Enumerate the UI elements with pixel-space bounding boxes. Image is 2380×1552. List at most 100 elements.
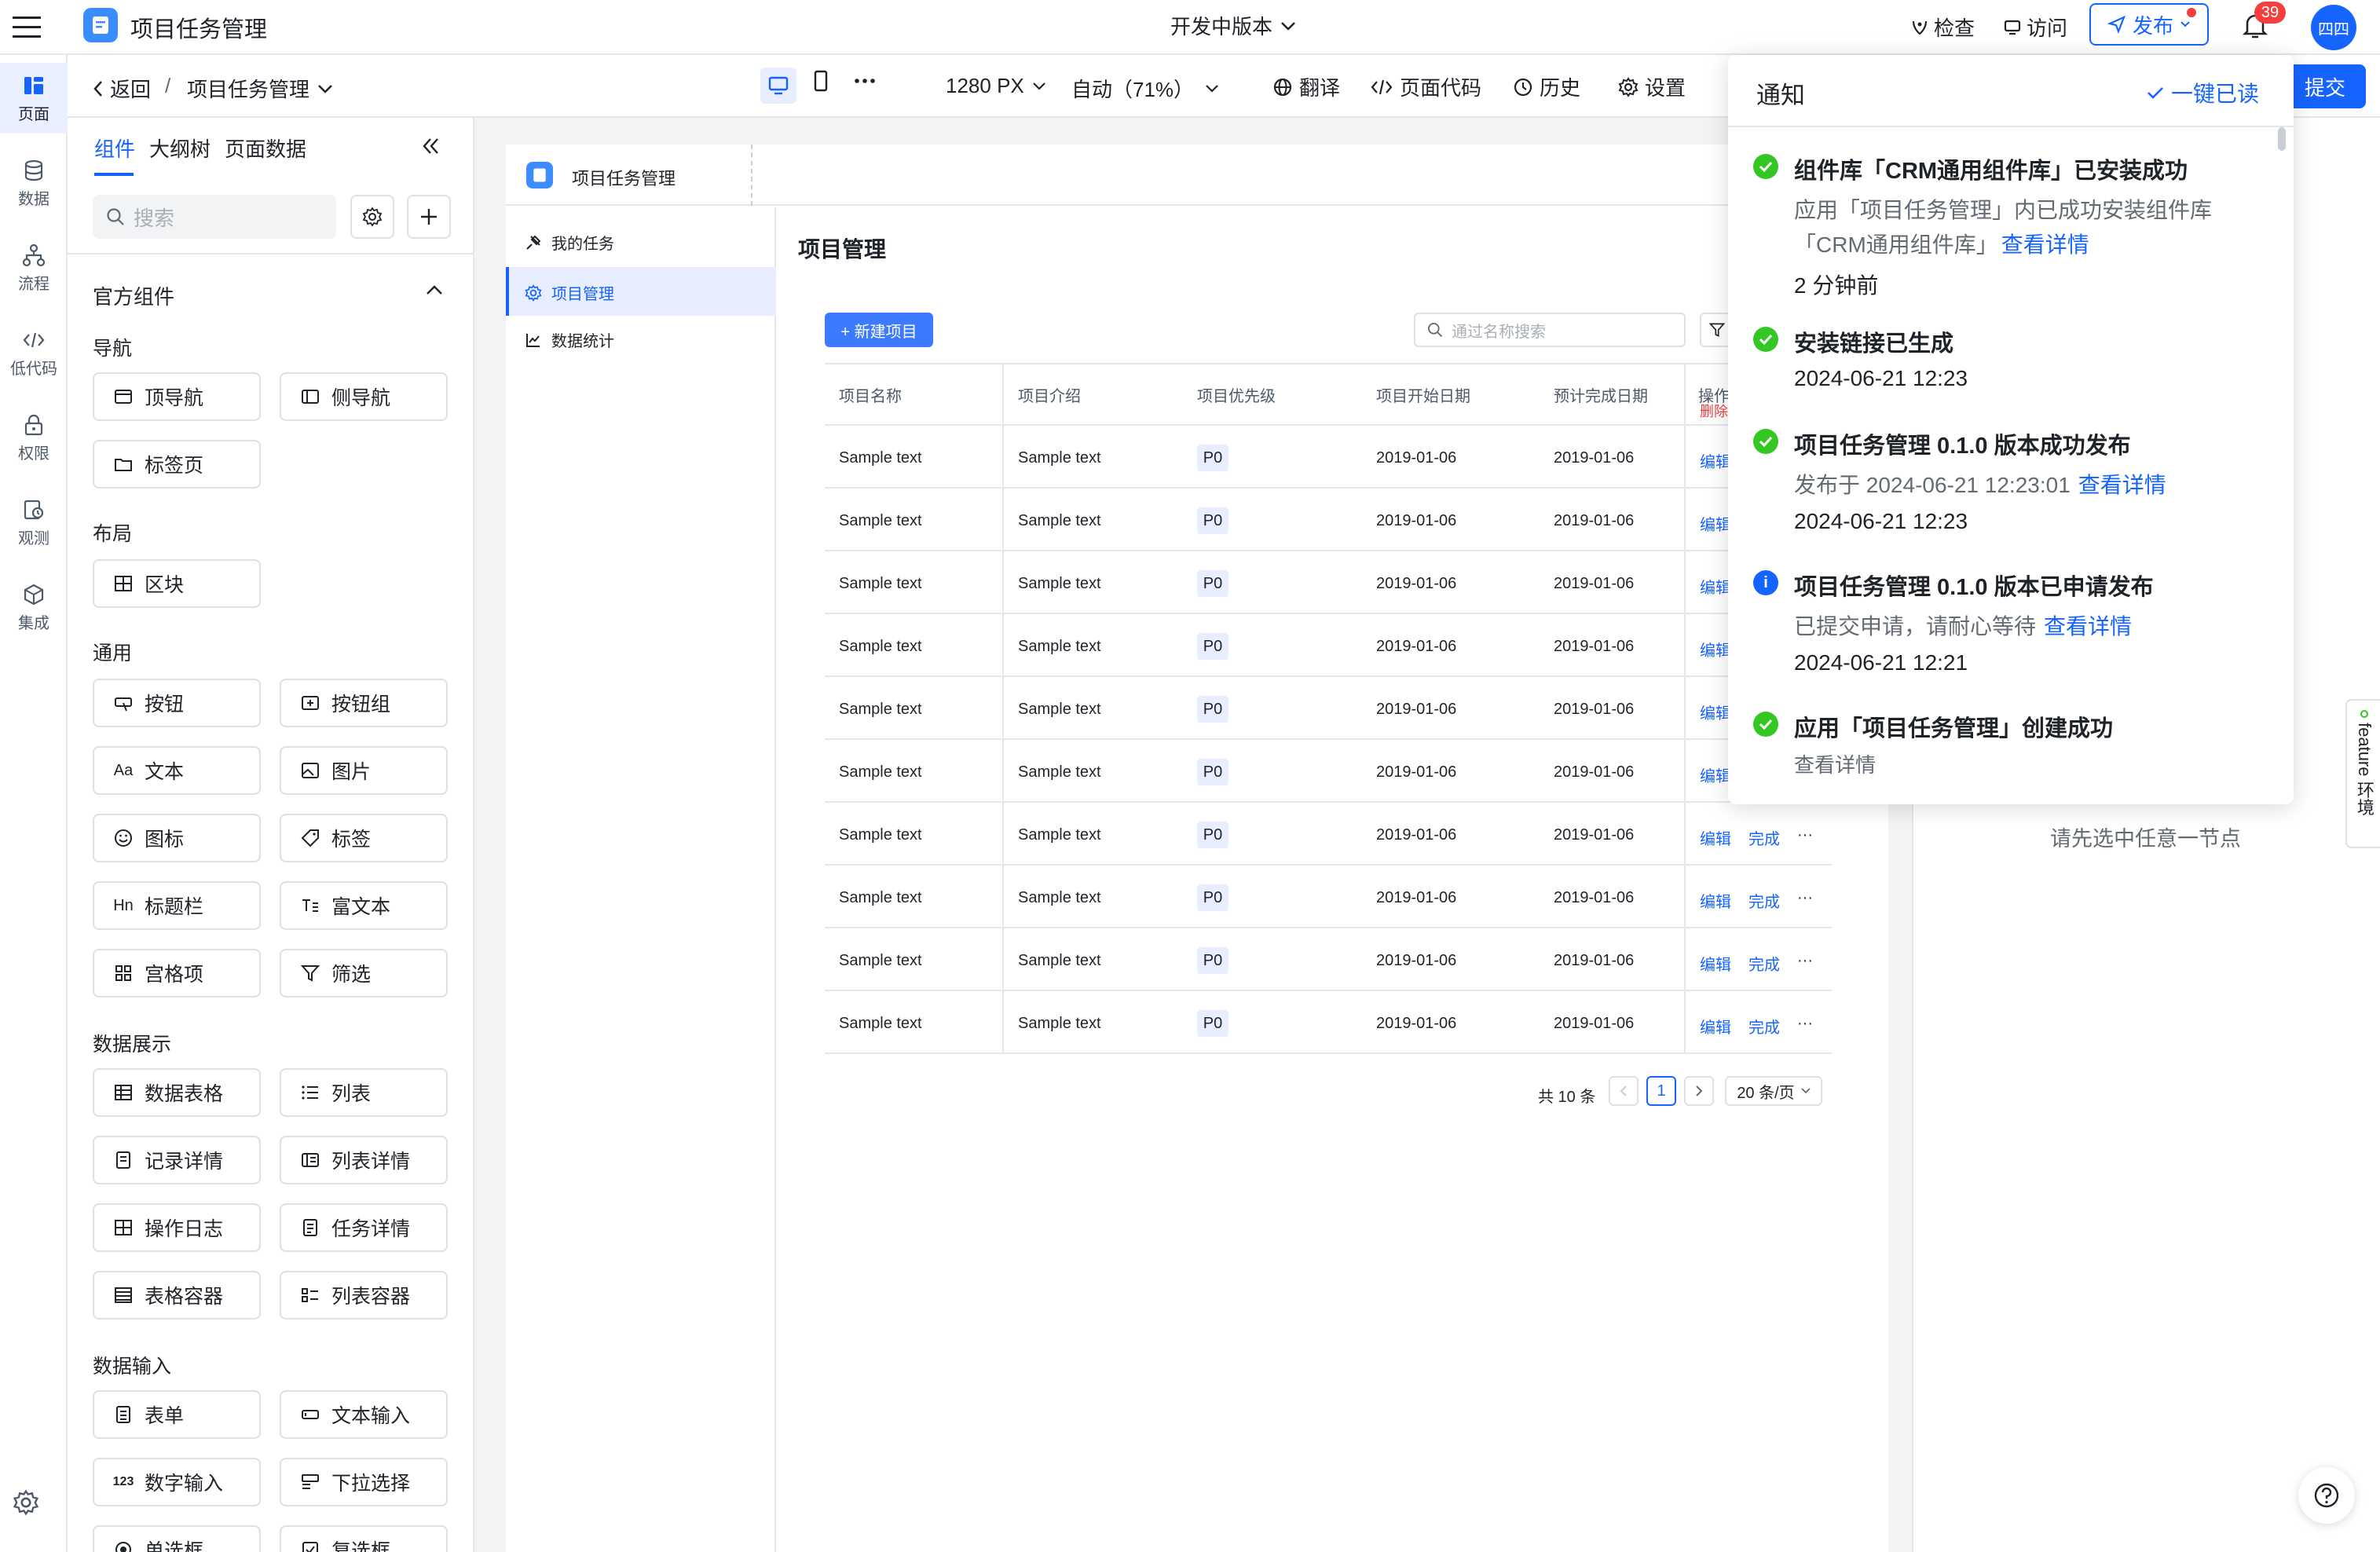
version-selector[interactable]: 开发中版本 [1170, 11, 1296, 40]
view-details-link[interactable]: 查看详情 [1794, 749, 1876, 778]
width-selector[interactable]: 1280 PX [946, 74, 1046, 98]
comp-filter[interactable]: 筛选 [280, 949, 448, 997]
comp-side-nav[interactable]: 侧导航 [280, 372, 448, 421]
visit-button[interactable]: 访问 [2003, 13, 2067, 42]
tab-components[interactable]: 组件 [94, 134, 135, 163]
comp-button[interactable]: 按钮 [93, 679, 261, 727]
page-size-selector[interactable]: 20 条/页 [1725, 1076, 1822, 1106]
history-button[interactable]: 历史 [1513, 72, 1580, 101]
submit-button[interactable]: 提交 [2284, 64, 2366, 108]
prev-page-button[interactable] [1609, 1076, 1639, 1106]
preview-menu-projects[interactable]: 项目管理 [506, 267, 776, 316]
rail-item-integration[interactable]: 集成 [0, 572, 68, 642]
comp-data-table[interactable]: 数据表格 [93, 1068, 261, 1117]
comp-list-container[interactable]: 列表容器 [280, 1271, 448, 1320]
comp-list[interactable]: 列表 [280, 1068, 448, 1117]
mark-all-read-button[interactable]: 一键已读 [2146, 77, 2259, 108]
edit-link[interactable]: 编辑 [1700, 1015, 1731, 1038]
translate-button[interactable]: 翻译 [1272, 72, 1340, 101]
notification-bell-icon[interactable]: 39 [2237, 2, 2286, 44]
next-page-button[interactable] [1684, 1076, 1714, 1106]
comp-block[interactable]: 区块 [93, 559, 261, 608]
comp-icon[interactable]: 图标 [93, 814, 261, 862]
comp-text[interactable]: Aa 文本 [93, 746, 261, 795]
comp-text-input[interactable]: 文本输入 [280, 1390, 448, 1439]
edit-link[interactable]: 编辑 [1700, 952, 1731, 975]
comp-tag[interactable]: 标签 [280, 814, 448, 862]
comp-number-input[interactable]: 123 数字输入 [93, 1458, 261, 1506]
page-code-button[interactable]: 页面代码 [1370, 72, 1481, 101]
comp-title-bar[interactable]: Hn 标题栏 [93, 881, 261, 930]
edit-link[interactable]: 编辑 [1700, 575, 1731, 598]
comp-grid-item[interactable]: 宫格项 [93, 949, 261, 997]
delete-link[interactable]: 删除 [1700, 401, 1728, 421]
search-input[interactable]: 搜索 [93, 195, 336, 239]
comp-form[interactable]: 表单 [93, 1390, 261, 1439]
chevron-up-icon[interactable] [426, 284, 443, 295]
comp-rich-text[interactable]: 富文本 [280, 881, 448, 930]
settings-button[interactable]: 设置 [1618, 72, 1686, 101]
row-more-button[interactable]: ··· [1797, 952, 1813, 970]
tab-outline[interactable]: 大纲树 [149, 134, 211, 163]
row-more-button[interactable]: ··· [1797, 826, 1813, 844]
edit-link[interactable]: 编辑 [1700, 889, 1731, 912]
comp-image[interactable]: 图片 [280, 746, 448, 795]
publish-button[interactable]: 发布 [2089, 3, 2209, 46]
edit-link[interactable]: 编辑 [1700, 701, 1731, 723]
page-number[interactable]: 1 [1646, 1076, 1676, 1106]
comp-checkbox[interactable]: 复选框 [280, 1525, 448, 1552]
table-search-input[interactable]: 通过名称搜索 [1414, 313, 1686, 347]
new-project-button[interactable]: + 新建项目 [825, 313, 933, 347]
feature-env-tab[interactable]: feature 环境 [2345, 699, 2380, 848]
edit-link[interactable]: 编辑 [1700, 638, 1731, 661]
hamburger-menu-icon[interactable] [13, 14, 41, 41]
pin-icon [526, 235, 541, 250]
page-selector[interactable]: 项目任务管理 [187, 74, 333, 103]
comp-list-detail[interactable]: 列表详情 [280, 1136, 448, 1184]
comp-task-detail[interactable]: 任务详情 [280, 1203, 448, 1252]
edit-link[interactable]: 编辑 [1700, 763, 1731, 786]
done-link[interactable]: 完成 [1748, 952, 1780, 975]
rail-item-lowcode[interactable]: 低代码 [0, 317, 68, 388]
rail-item-page[interactable]: 页面 [0, 63, 68, 134]
preview-menu-my-tasks[interactable]: 我的任务 [525, 231, 614, 254]
desktop-view-button[interactable] [760, 68, 796, 104]
check-button[interactable]: 检查 [1910, 13, 1975, 42]
edit-link[interactable]: 编辑 [1700, 826, 1731, 849]
comp-record-detail[interactable]: 记录详情 [93, 1136, 261, 1184]
preview-menu-stats[interactable]: 数据统计 [525, 328, 614, 351]
back-button[interactable]: 返回 [93, 74, 151, 103]
zoom-selector[interactable]: 自动（71%） [1071, 74, 1219, 103]
row-more-button[interactable]: ··· [1797, 1015, 1813, 1033]
comp-dropdown[interactable]: 下拉选择 [280, 1458, 448, 1506]
edit-link[interactable]: 编辑 [1700, 512, 1731, 535]
comp-button-group[interactable]: 按钮组 [280, 679, 448, 727]
view-details-link[interactable]: 查看详情 [2044, 609, 2132, 641]
rail-item-monitor[interactable]: 观测 [0, 487, 68, 558]
comp-radio[interactable]: 单选框 [93, 1525, 261, 1552]
collapse-panel-icon[interactable] [419, 135, 441, 157]
row-more-button[interactable]: ··· [1797, 889, 1813, 907]
comp-tab-page[interactable]: 标签页 [93, 440, 261, 489]
avatar[interactable]: 四四 [2311, 5, 2356, 50]
edit-link[interactable]: 编辑 [1700, 449, 1731, 472]
comp-table-container[interactable]: 表格容器 [93, 1271, 261, 1320]
global-settings-icon[interactable] [13, 1489, 39, 1516]
mobile-view-button[interactable] [809, 69, 833, 93]
done-link[interactable]: 完成 [1748, 889, 1780, 912]
tab-page-data[interactable]: 页面数据 [225, 134, 306, 163]
help-button[interactable] [2298, 1467, 2355, 1524]
comp-top-nav[interactable]: 顶导航 [93, 372, 261, 421]
done-link[interactable]: 完成 [1748, 1015, 1780, 1038]
rail-item-flow[interactable]: 流程 [0, 232, 68, 303]
done-link[interactable]: 完成 [1748, 826, 1780, 849]
scrollbar[interactable] [2278, 127, 2286, 151]
view-details-link[interactable]: 查看详情 [2001, 228, 2089, 259]
more-options-icon[interactable] [853, 69, 877, 93]
view-details-link[interactable]: 查看详情 [2078, 468, 2166, 500]
comp-op-log[interactable]: 操作日志 [93, 1203, 261, 1252]
rail-item-permission[interactable]: 权限 [0, 402, 68, 473]
rail-item-data[interactable]: 数据 [0, 148, 68, 218]
add-component-button[interactable] [407, 195, 451, 239]
component-settings-button[interactable] [350, 195, 394, 239]
